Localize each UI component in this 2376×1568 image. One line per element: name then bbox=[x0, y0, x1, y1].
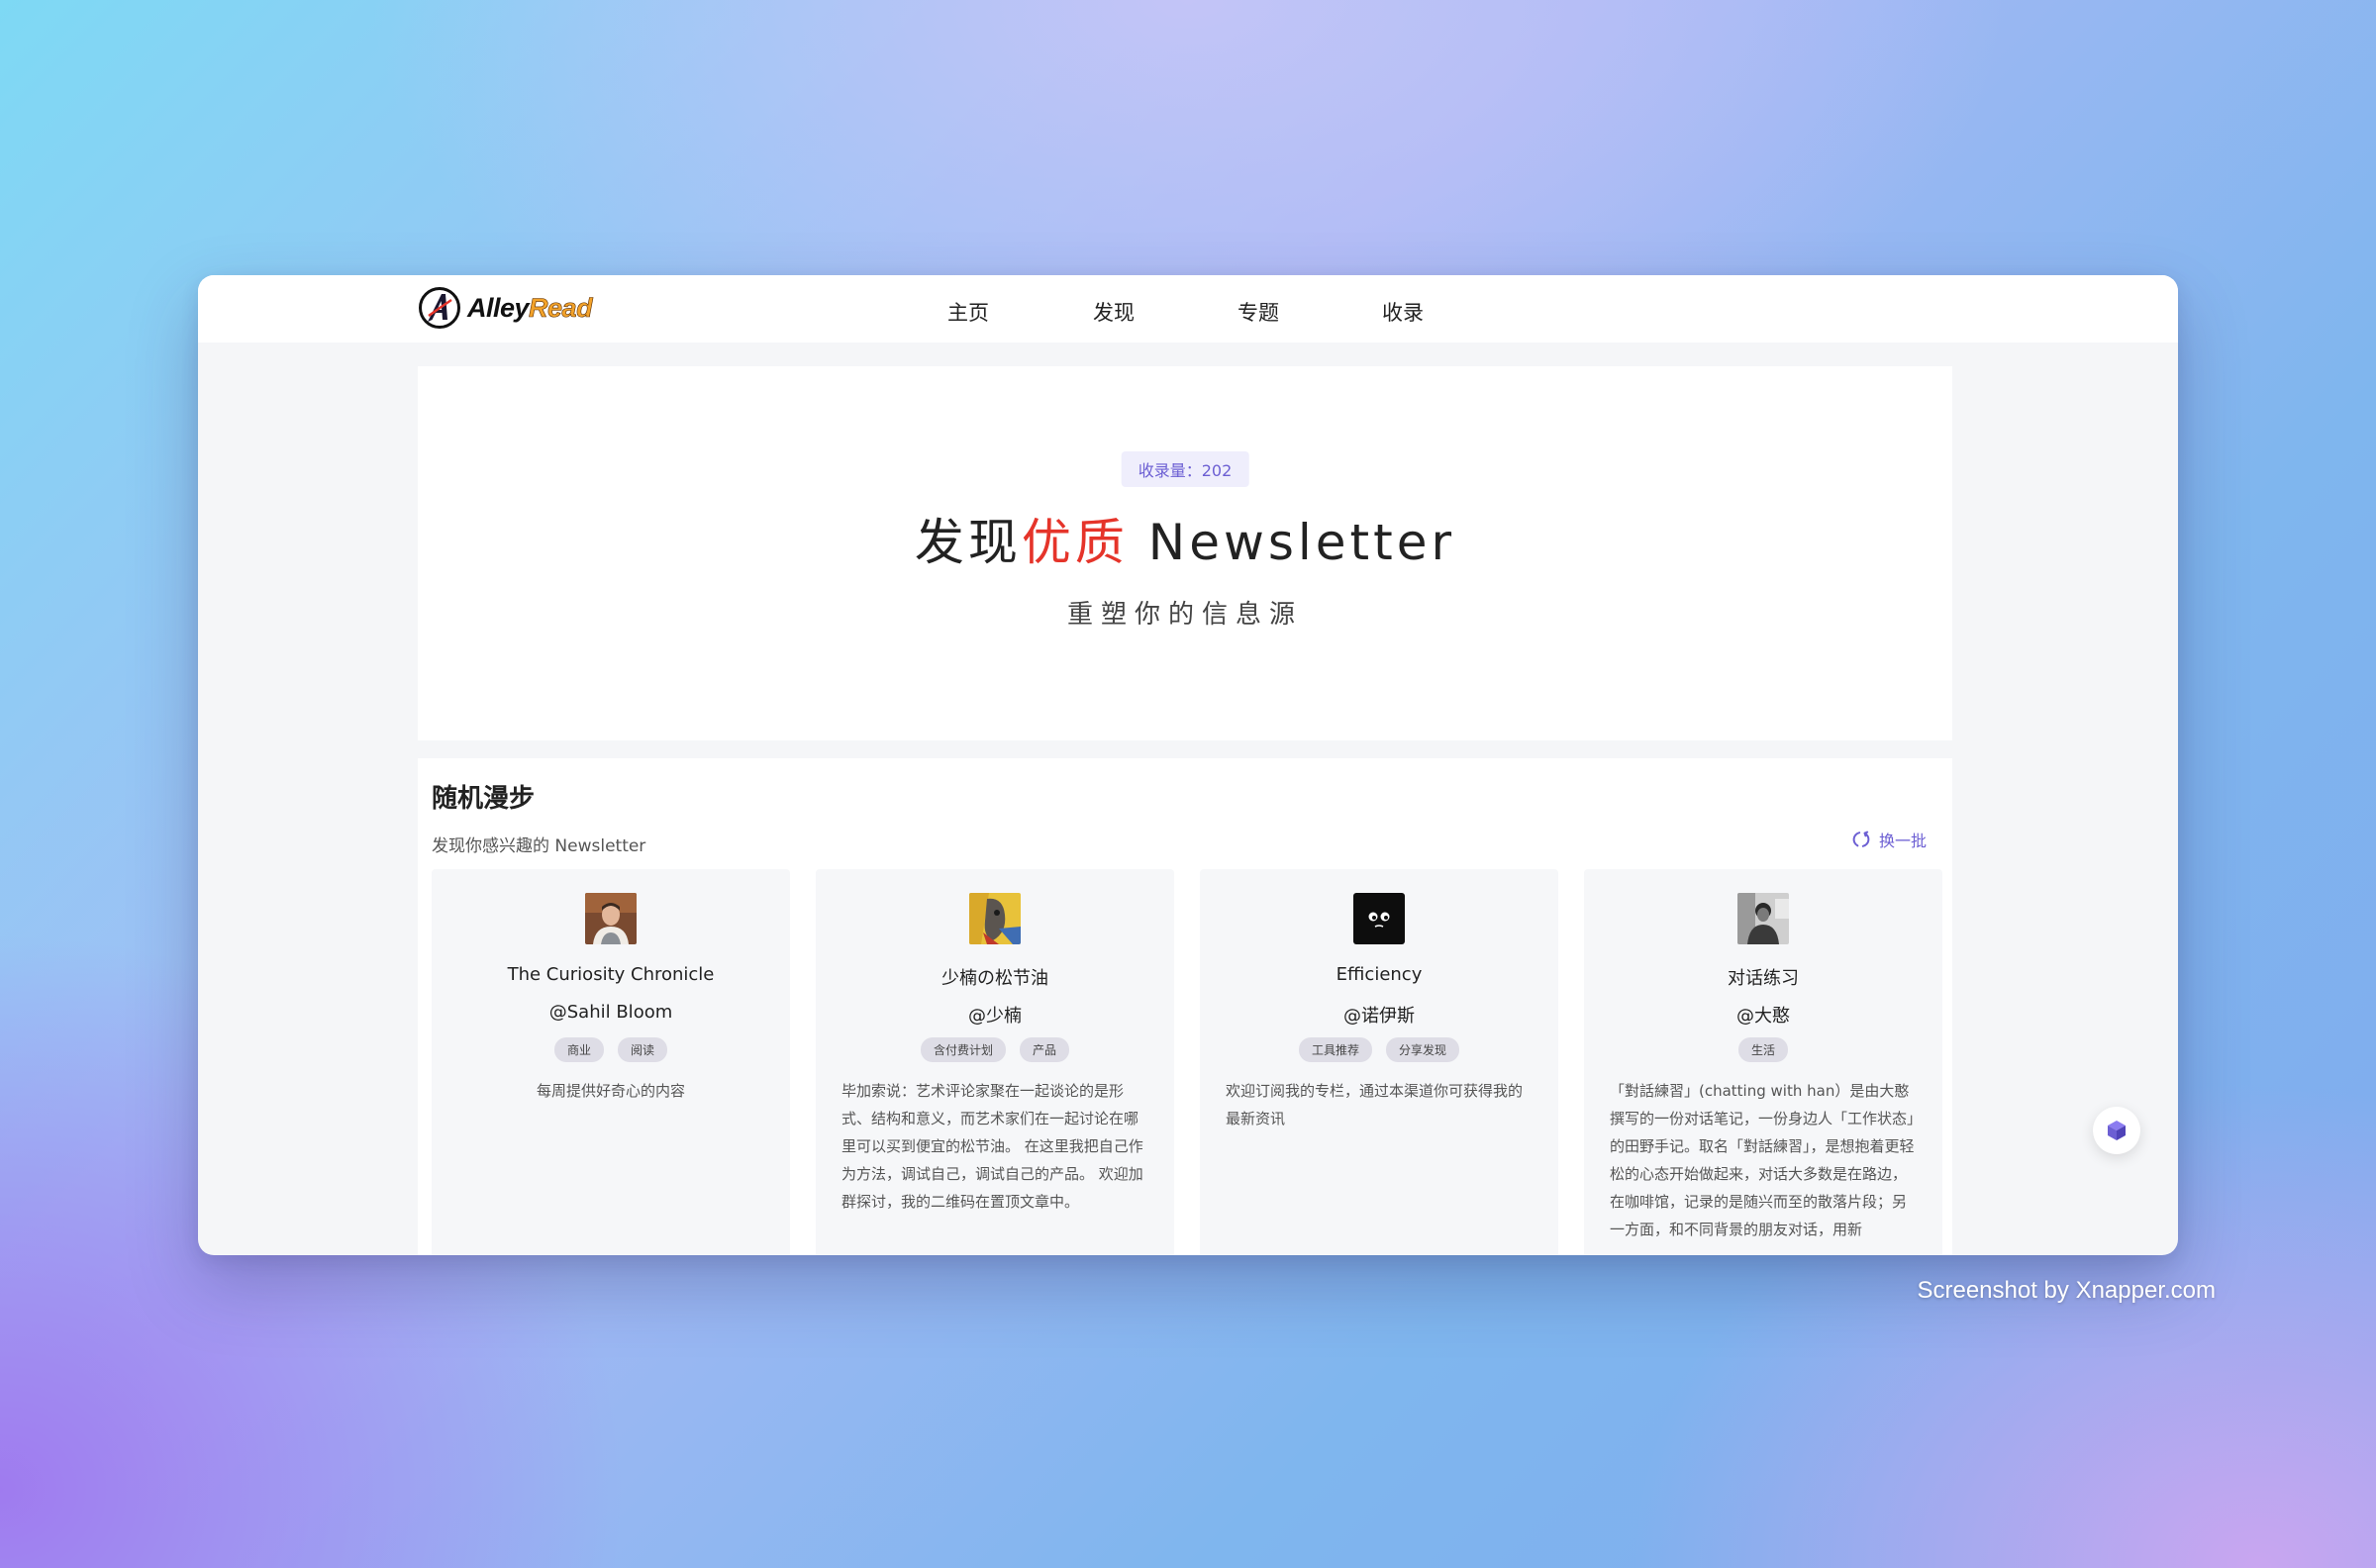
avatar bbox=[585, 893, 637, 944]
hero-title-suffix: Newsletter bbox=[1128, 514, 1456, 571]
nav-item-discover[interactable]: 发现 bbox=[1074, 297, 1153, 327]
floating-action-button[interactable] bbox=[2093, 1107, 2140, 1154]
newsletter-description: 毕加索说：艺术评论家聚在一起谈论的是形式、结构和意义，而艺术家们在一起讨论在哪里… bbox=[842, 1082, 1143, 1211]
section-title: 随机漫步 bbox=[432, 784, 536, 814]
collection-count-badge: 收录量：202 bbox=[1121, 451, 1249, 487]
newsletter-author: @诺伊斯 bbox=[1343, 1006, 1415, 1027]
refresh-label: 换一批 bbox=[1878, 832, 1927, 850]
newsletter-name: 少楠の松节油 bbox=[941, 968, 1048, 989]
screenshot-watermark: Screenshot by Xnapper.com bbox=[1917, 1277, 2216, 1304]
newsletter-author: @少楠 bbox=[968, 1006, 1022, 1027]
tag[interactable]: 生活 bbox=[1737, 1037, 1788, 1062]
newsletter-author: @Sahil Bloom bbox=[548, 1002, 673, 1023]
hero-title-highlight: 优质 bbox=[1021, 514, 1129, 571]
tag-list: 生活 bbox=[1584, 1037, 1942, 1062]
tag[interactable]: 工具推荐 bbox=[1298, 1037, 1372, 1062]
nav-item-collection[interactable]: 收录 bbox=[1363, 297, 1442, 327]
section-subtitle: 发现你感兴趣的 Newsletter bbox=[432, 836, 646, 856]
cube-icon bbox=[2108, 1121, 2126, 1140]
random-walk-section: 随机漫步 发现你感兴趣的 Newsletter 换一批 The Curiosit… bbox=[418, 758, 1952, 1255]
tag[interactable]: 产品 bbox=[1020, 1037, 1070, 1062]
tag-list: 工具推荐 分享发现 bbox=[1200, 1037, 1558, 1062]
hero-subtitle: 重塑你的信息源 bbox=[1066, 600, 1303, 630]
newsletter-description: 每周提供好奇心的内容 bbox=[536, 1082, 685, 1100]
newsletter-name: 对话练习 bbox=[1728, 968, 1799, 989]
newsletter-card[interactable]: 少楠の松节油 @少楠 含付费计划 产品 毕加索说：艺术评论家聚在一起谈论的是形式… bbox=[816, 869, 1174, 1255]
newsletter-card[interactable]: 对话练习 @大憨 生活 「對話練習」(chatting with han）是由大… bbox=[1584, 869, 1942, 1255]
hero-title-prefix: 发现 bbox=[914, 514, 1022, 571]
browser-window: AlleyRead 主页 发现 专题 收录 收录量：202 发现优质 Newsl… bbox=[198, 275, 2178, 1255]
newsletter-name: The Curiosity Chronicle bbox=[507, 964, 715, 985]
tag[interactable]: 含付费计划 bbox=[920, 1037, 1006, 1062]
newsletter-card[interactable]: The Curiosity Chronicle @Sahil Bloom 商业 … bbox=[432, 869, 790, 1255]
newsletter-description: 「對話練習」(chatting with han）是由大憨撰写的一份对话笔记，一… bbox=[1610, 1082, 1915, 1238]
hero-title: 发现优质 Newsletter bbox=[418, 503, 1952, 574]
nav-item-home[interactable]: 主页 bbox=[929, 297, 1008, 327]
main-nav: 主页 发现 专题 收录 bbox=[198, 275, 2178, 343]
avatar bbox=[1353, 893, 1405, 944]
top-navbar: AlleyRead 主页 发现 专题 收录 bbox=[198, 275, 2178, 343]
tag[interactable]: 商业 bbox=[553, 1037, 604, 1062]
tag-list: 商业 阅读 bbox=[432, 1037, 790, 1062]
tag[interactable]: 阅读 bbox=[618, 1037, 668, 1062]
newsletter-name: Efficiency bbox=[1336, 964, 1423, 985]
tag-list: 含付费计划 产品 bbox=[816, 1037, 1174, 1062]
newsletter-description: 欢迎订阅我的专栏，通过本渠道你可获得我的最新资讯 bbox=[1226, 1082, 1524, 1127]
newsletter-author: @大憨 bbox=[1736, 1006, 1790, 1027]
refresh-icon bbox=[1852, 831, 1870, 847]
avatar bbox=[969, 893, 1021, 944]
avatar bbox=[1737, 893, 1789, 944]
tag[interactable]: 分享发现 bbox=[1386, 1037, 1460, 1062]
newsletter-card[interactable]: Efficiency @诺伊斯 工具推荐 分享发现 欢迎订阅我的专栏，通过本渠道… bbox=[1200, 869, 1558, 1255]
nav-item-topics[interactable]: 专题 bbox=[1219, 297, 1298, 327]
refresh-button[interactable]: 换一批 bbox=[1851, 828, 1927, 851]
hero-banner: 收录量：202 发现优质 Newsletter 重塑你的信息源 bbox=[418, 366, 1952, 740]
